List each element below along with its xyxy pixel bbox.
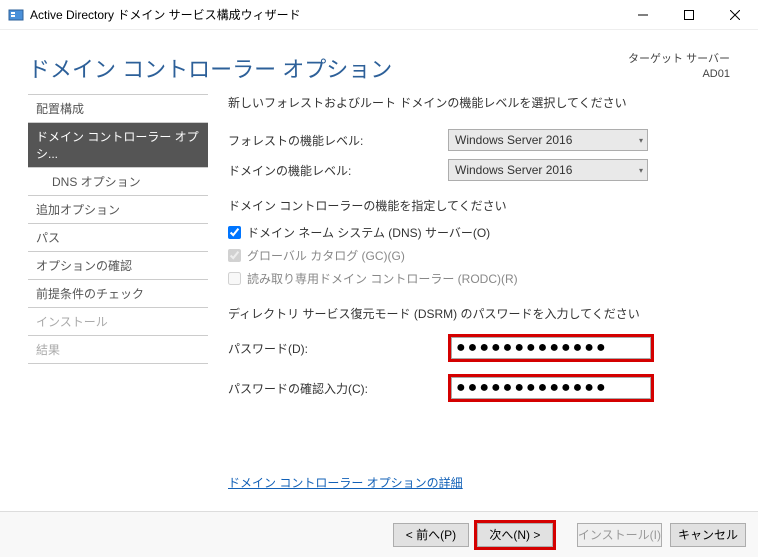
minimize-button[interactable] — [620, 0, 666, 30]
confirm-password-input[interactable] — [451, 377, 651, 399]
sidebar-item-prereq[interactable]: 前提条件のチェック — [28, 279, 208, 307]
more-info-link[interactable]: ドメイン コントローラー オプションの詳細 — [228, 474, 463, 491]
gc-checkbox-row: グローバル カタログ (GC)(G) — [228, 247, 728, 264]
maximize-button[interactable] — [666, 0, 712, 30]
dsrm-instruction: ディレクトリ サービス復元モード (DSRM) のパスワードを入力してください — [228, 305, 728, 322]
sidebar-item-paths[interactable]: パス — [28, 223, 208, 251]
window-title: Active Directory ドメイン サービス構成ウィザード — [30, 6, 301, 23]
cancel-button[interactable]: キャンセル — [670, 523, 746, 547]
domain-level-label: ドメインの機能レベル: — [228, 162, 448, 179]
close-button[interactable] — [712, 0, 758, 30]
app-icon — [8, 7, 24, 23]
sidebar-item-review[interactable]: オプションの確認 — [28, 251, 208, 279]
target-server-info: ターゲット サーバー AD01 — [628, 52, 730, 83]
titlebar: Active Directory ドメイン サービス構成ウィザード — [0, 0, 758, 30]
confirm-password-row: パスワードの確認入力(C): — [228, 374, 728, 402]
dns-checkbox[interactable] — [228, 226, 241, 239]
confirm-password-highlight — [448, 374, 654, 402]
confirm-password-label: パスワードの確認入力(C): — [228, 380, 448, 397]
chevron-down-icon: ▾ — [639, 136, 643, 145]
content-area: 配置構成 ドメイン コントローラー オプシ... DNS オプション 追加オプシ… — [0, 94, 758, 491]
forest-level-dropdown[interactable]: Windows Server 2016 ▾ — [448, 129, 648, 151]
chevron-down-icon: ▾ — [639, 166, 643, 175]
target-server-label: ターゲット サーバー — [628, 52, 730, 67]
gc-checkbox — [228, 249, 241, 262]
password-highlight — [448, 334, 654, 362]
page-header: ドメイン コントローラー オプション ターゲット サーバー AD01 — [0, 30, 758, 94]
password-row: パスワード(D): — [228, 334, 728, 362]
forest-instruction: 新しいフォレストおよびルート ドメインの機能レベルを選択してください — [228, 94, 728, 111]
target-server-value: AD01 — [628, 67, 730, 82]
footer-bar: < 前へ(P) 次へ(N) > インストール(I) キャンセル — [0, 511, 758, 557]
forest-level-value: Windows Server 2016 — [455, 133, 572, 147]
install-button: インストール(I) — [577, 523, 662, 547]
capabilities-instruction: ドメイン コントローラーの機能を指定してください — [228, 197, 728, 214]
gc-checkbox-label: グローバル カタログ (GC)(G) — [247, 247, 405, 264]
sidebar-nav: 配置構成 ドメイン コントローラー オプシ... DNS オプション 追加オプシ… — [28, 94, 208, 491]
sidebar-item-deployment[interactable]: 配置構成 — [28, 94, 208, 122]
forest-level-row: フォレストの機能レベル: Windows Server 2016 ▾ — [228, 129, 728, 151]
domain-level-dropdown[interactable]: Windows Server 2016 ▾ — [448, 159, 648, 181]
next-button[interactable]: 次へ(N) > — [477, 523, 553, 547]
sidebar-item-install: インストール — [28, 307, 208, 335]
window-controls — [620, 0, 758, 30]
rodc-checkbox-row: 読み取り専用ドメイン コントローラー (RODC)(R) — [228, 270, 728, 287]
password-input[interactable] — [451, 337, 651, 359]
domain-level-row: ドメインの機能レベル: Windows Server 2016 ▾ — [228, 159, 728, 181]
sidebar-item-dns-options[interactable]: DNS オプション — [28, 167, 208, 195]
sidebar-item-dc-options[interactable]: ドメイン コントローラー オプシ... — [28, 122, 208, 167]
page-title: ドメイン コントローラー オプション — [28, 52, 392, 84]
dns-checkbox-row: ドメイン ネーム システム (DNS) サーバー(O) — [228, 224, 728, 241]
dns-checkbox-label: ドメイン ネーム システム (DNS) サーバー(O) — [247, 224, 490, 241]
forest-level-label: フォレストの機能レベル: — [228, 132, 448, 149]
rodc-checkbox-label: 読み取り専用ドメイン コントローラー (RODC)(R) — [247, 270, 518, 287]
rodc-checkbox — [228, 272, 241, 285]
sidebar-item-additional[interactable]: 追加オプション — [28, 195, 208, 223]
password-label: パスワード(D): — [228, 340, 448, 357]
prev-button[interactable]: < 前へ(P) — [393, 523, 469, 547]
sidebar-item-results: 結果 — [28, 335, 208, 364]
main-panel: 新しいフォレストおよびルート ドメインの機能レベルを選択してください フォレスト… — [208, 94, 758, 491]
domain-level-value: Windows Server 2016 — [455, 163, 572, 177]
